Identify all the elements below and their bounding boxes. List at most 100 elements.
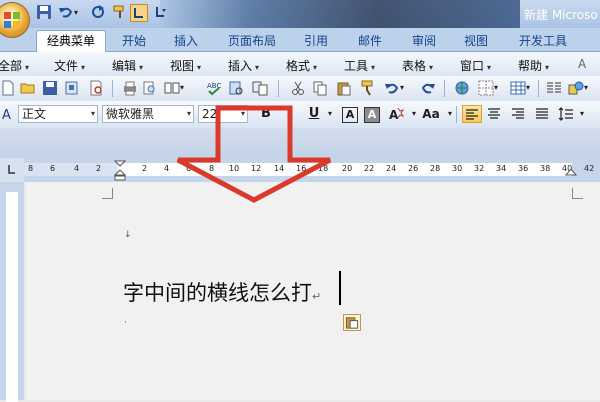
menu-tools[interactable]: 工具 ▾ (344, 57, 375, 74)
menu-edit[interactable]: 编辑 ▾ (112, 57, 143, 74)
format-painter-icon[interactable] (360, 80, 376, 96)
format-painter-icon[interactable] (112, 4, 130, 22)
menu-view[interactable]: 视图 ▾ (170, 57, 201, 74)
menu-insert-label: 插入 (228, 59, 253, 73)
chevron-down-icon: ▾ (139, 63, 144, 72)
chevron-down-icon: ▾ (240, 109, 245, 118)
ruler-tick-label: 34 (496, 164, 507, 173)
font-select-value: 微软雅黑 (106, 107, 155, 121)
align-left-button[interactable] (462, 105, 482, 123)
chevron-down-icon[interactable]: ▾ (584, 80, 600, 96)
menu-file[interactable]: 文件 ▾ (54, 57, 85, 74)
paste-options-button[interactable] (343, 314, 361, 331)
chevron-down-icon: ▾ (90, 109, 95, 118)
spelling-check-icon[interactable]: ABC (206, 80, 222, 96)
menu-table[interactable]: 表格 ▾ (402, 57, 433, 74)
research-icon[interactable] (228, 80, 244, 96)
chevron-down-icon: ▾ (255, 63, 260, 72)
tab-view[interactable]: 视图 (454, 31, 498, 51)
italic-button[interactable]: I (280, 105, 300, 123)
style-select[interactable]: 正文 ▾ (18, 105, 98, 123)
ruler-tick-label: 24 (386, 164, 397, 173)
permission-icon[interactable] (64, 80, 80, 96)
menu-table-label: 表格 (402, 59, 427, 73)
text-effect-icon[interactable]: A (388, 106, 404, 122)
align-left-icon (466, 109, 478, 120)
vertical-ruler[interactable] (0, 182, 24, 402)
tab-insert[interactable]: 插入 (164, 31, 208, 51)
ruler-tick-label: 6 (186, 164, 192, 173)
chevron-down-icon[interactable]: ▾ (440, 105, 460, 123)
bold-button[interactable]: B (256, 105, 276, 123)
right-indent-marker-icon[interactable] (565, 168, 577, 178)
columns-icon[interactable] (546, 80, 562, 96)
menu-all-label: 全部 (0, 59, 23, 73)
distributed-align-icon (536, 108, 548, 119)
open-folder-icon[interactable] (20, 80, 36, 96)
tab-review[interactable]: 审阅 (402, 31, 446, 51)
character-shading-button[interactable]: A (364, 107, 380, 123)
ruler-tick-label: 38 (540, 164, 551, 173)
chevron-down-icon[interactable]: ▾ (320, 105, 340, 123)
tab-home[interactable]: 开始 (112, 31, 156, 51)
font-size-select[interactable]: 22 ▾ (198, 105, 248, 123)
paste-icon[interactable] (336, 80, 352, 96)
align-right-icon (512, 108, 524, 119)
menu-insert[interactable]: 插入 ▾ (228, 57, 259, 74)
paragraph-mark: ↓ (124, 230, 132, 240)
justify-button[interactable] (532, 105, 552, 123)
new-document-icon[interactable] (0, 80, 16, 96)
chevron-down-icon[interactable]: ▾ (494, 80, 510, 96)
chevron-down-icon[interactable]: ▾ (572, 105, 592, 123)
qat-customize-icon[interactable] (152, 4, 170, 22)
redo-icon[interactable] (420, 80, 436, 96)
tab-developer[interactable]: 开发工具 (508, 31, 578, 51)
tab-page-layout[interactable]: 页面布局 (220, 31, 284, 51)
menu-window[interactable]: 窗口 ▾ (460, 57, 491, 74)
menubar-overflow-icon[interactable]: A (578, 57, 586, 71)
office-logo-icon (4, 12, 20, 28)
ruler-tick-label: 28 (430, 164, 441, 173)
menu-all[interactable]: 全部 ▾ (0, 57, 29, 74)
ribbon-tabs: 经典菜单 开始 插入 页面布局 引用 邮件 审阅 视图 开发工具 (0, 28, 600, 52)
tab-references[interactable]: 引用 (294, 31, 338, 51)
print-icon[interactable] (122, 80, 138, 96)
font-select[interactable]: 微软雅黑 ▾ (102, 105, 194, 123)
copy-icon[interactable] (312, 80, 328, 96)
print-preview-icon[interactable] (88, 80, 104, 96)
toolbar-separator (112, 80, 113, 97)
insert-table-icon[interactable] (510, 80, 526, 96)
menu-help[interactable]: 帮助 ▾ (518, 57, 549, 74)
ruler-tick-label: 32 (474, 164, 485, 173)
menu-format[interactable]: 格式 ▾ (286, 57, 317, 74)
redo-icon[interactable] (90, 4, 108, 22)
read-mode-icon[interactable] (164, 80, 180, 96)
indent-marker-icon[interactable] (114, 160, 126, 182)
chevron-down-icon[interactable]: ▾ (400, 80, 416, 96)
qat-highlight-icon[interactable] (130, 4, 148, 22)
document-text-line[interactable]: 字中间的横线怎么打↵ (123, 277, 321, 307)
ruler-tick-label: 20 (342, 164, 353, 173)
print-preview-magnifier-icon[interactable] (142, 80, 158, 96)
chevron-down-icon[interactable]: ▾ (180, 80, 196, 96)
undo-icon[interactable] (384, 80, 400, 96)
character-border-button[interactable]: A (342, 107, 358, 123)
ruler-tick-label: 42 (584, 164, 595, 173)
save-icon[interactable] (36, 4, 54, 22)
translate-icon[interactable] (252, 80, 268, 96)
horizontal-ruler[interactable]: 8 6 4 2 2 4 6 8 10 12 14 16 18 20 22 24 … (24, 158, 600, 182)
align-right-button[interactable] (508, 105, 528, 123)
hyperlink-icon[interactable] (454, 80, 470, 96)
save-icon[interactable] (42, 80, 58, 96)
ruler-tick-label: 4 (164, 164, 170, 173)
cut-icon[interactable] (290, 80, 306, 96)
tab-classic-menu[interactable]: 经典菜单 (36, 30, 106, 52)
tab-mailings[interactable]: 邮件 (348, 31, 392, 51)
table-border-icon[interactable] (478, 80, 494, 96)
styles-icon[interactable]: A (0, 106, 16, 122)
drawing-icon[interactable] (568, 80, 584, 96)
chevron-down-icon[interactable]: ▾ (526, 80, 542, 96)
tab-selector[interactable] (0, 158, 24, 182)
ruler-tick-label: 30 (452, 164, 463, 173)
align-center-button[interactable] (484, 105, 504, 123)
